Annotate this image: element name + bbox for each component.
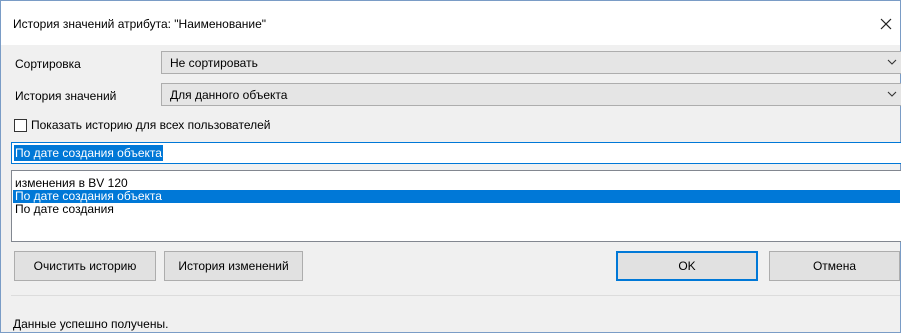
- sort-label: Сортировка: [15, 57, 81, 71]
- sort-dropdown[interactable]: Не сортировать: [161, 51, 901, 74]
- status-text: Данные успешно получены.: [13, 317, 169, 331]
- close-button[interactable]: [872, 9, 900, 39]
- chevron-down-icon: [887, 59, 897, 65]
- show-all-users-row[interactable]: Показать историю для всех пользователей: [14, 117, 270, 133]
- cancel-button[interactable]: Отмена: [769, 251, 900, 281]
- value-text-field[interactable]: По дате создания объекта: [11, 142, 901, 164]
- show-all-users-label: Показать историю для всех пользователей: [31, 118, 271, 132]
- show-all-users-checkbox[interactable]: [14, 118, 27, 132]
- values-listbox[interactable]: изменения в BV 120 По дате создания объе…: [11, 170, 901, 242]
- change-history-button[interactable]: История изменений: [164, 251, 303, 281]
- history-dropdown[interactable]: Для данного объекта: [161, 83, 901, 106]
- sort-value: Не сортировать: [170, 56, 258, 70]
- list-item[interactable]: По дате создания: [13, 203, 900, 216]
- value-text-selected: По дате создания объекта: [14, 145, 163, 161]
- list-item[interactable]: По дате создания объекта: [13, 190, 900, 203]
- close-icon: [880, 18, 892, 30]
- title-bar: История значений атрибута: "Наименование…: [1, 1, 900, 45]
- chevron-down-icon: [887, 91, 897, 97]
- history-value: Для данного объекта: [170, 88, 288, 102]
- window-title: История значений атрибута: "Наименование…: [13, 17, 267, 31]
- ok-button[interactable]: OK: [616, 251, 758, 281]
- status-divider: [11, 295, 900, 296]
- dialog-window: История значений атрибута: "Наименование…: [0, 0, 901, 333]
- clear-history-button[interactable]: Очистить историю: [14, 251, 156, 281]
- history-label: История значений: [15, 89, 117, 103]
